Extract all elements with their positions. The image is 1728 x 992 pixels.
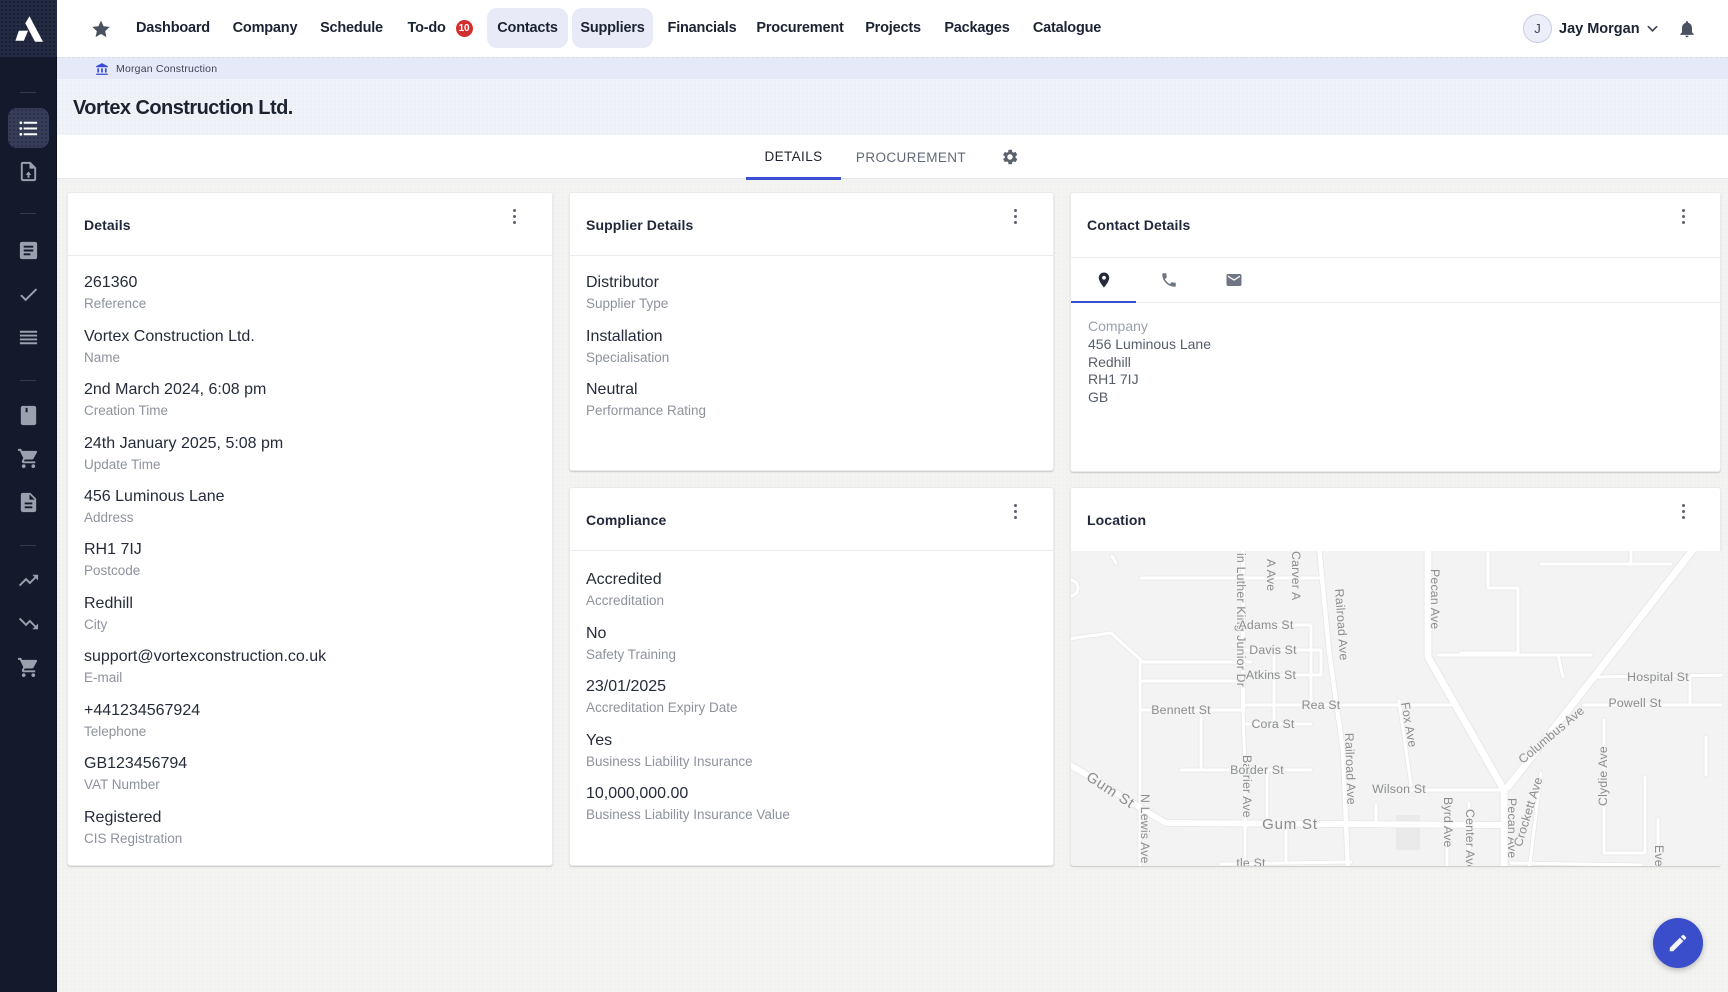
svg-text:N Lewis Ave: N Lewis Ave	[1138, 794, 1152, 864]
svg-text:Davis St: Davis St	[1249, 643, 1297, 657]
svg-text:Pecan Ave: Pecan Ave	[1428, 569, 1442, 629]
svg-text:Bennett St: Bennett St	[1151, 703, 1211, 717]
svg-text:Railroad Ave: Railroad Ave	[1342, 733, 1359, 805]
svg-text:Wilson St: Wilson St	[1372, 782, 1426, 796]
svg-text:Adams St: Adams St	[1239, 618, 1294, 632]
svg-text:tle St: tle St	[1236, 856, 1266, 866]
svg-text:Atkins St: Atkins St	[1246, 668, 1297, 682]
svg-text:Center Ave: Center Ave	[1463, 809, 1477, 866]
svg-text:Carver A: Carver A	[1289, 551, 1303, 601]
svg-text:Rea St: Rea St	[1302, 698, 1341, 712]
svg-text:Clydie Ave: Clydie Ave	[1596, 746, 1610, 806]
svg-text:A Ave: A Ave	[1264, 559, 1278, 591]
svg-text:Border St: Border St	[1230, 763, 1284, 777]
svg-text:Powell St: Powell St	[1608, 696, 1661, 710]
svg-text:Gum St: Gum St	[1262, 816, 1318, 833]
svg-text:Cora St: Cora St	[1251, 717, 1294, 731]
svg-text:Hospital St: Hospital St	[1627, 670, 1689, 684]
svg-text:Evergre: Evergre	[1652, 845, 1666, 866]
svg-text:Byrd Ave: Byrd Ave	[1441, 797, 1455, 848]
